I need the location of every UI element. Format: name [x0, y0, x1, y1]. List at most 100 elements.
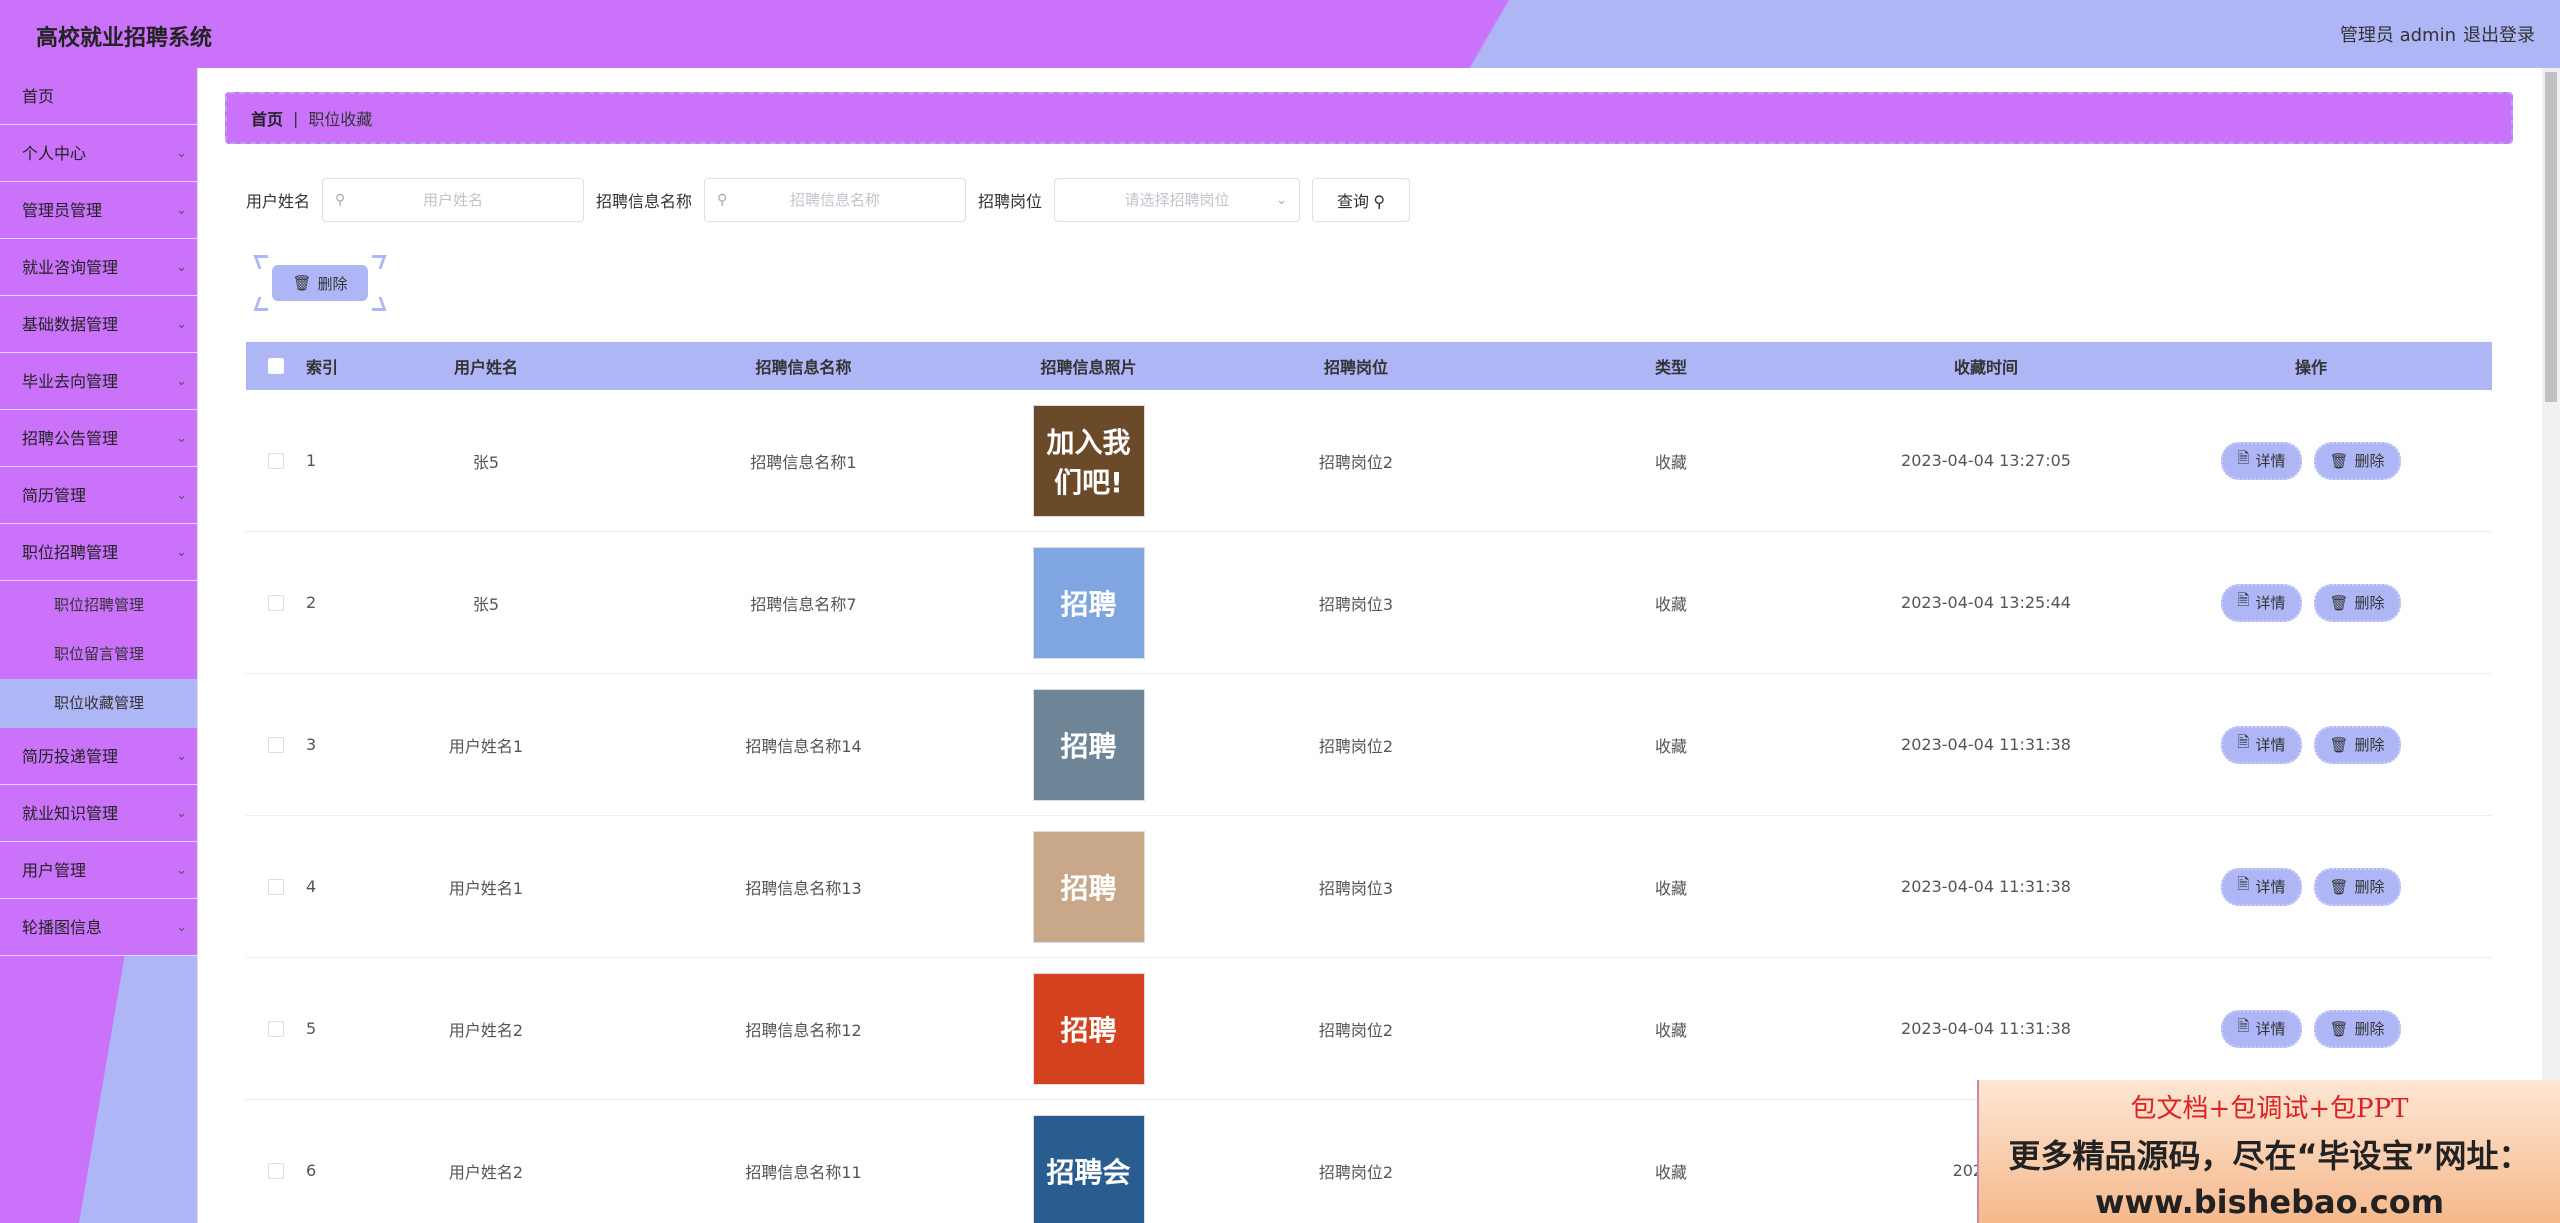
row-checkbox[interactable] — [268, 878, 284, 895]
sidebar-item[interactable]: 毕业去向管理 ⌄ — [0, 353, 197, 410]
sidebar-item-label: 轮播图信息 — [22, 918, 103, 937]
trash-icon: 🗑 — [2329, 735, 2349, 754]
user-name-input[interactable] — [323, 191, 584, 209]
chevron-down-icon: ⌄ — [176, 863, 187, 878]
delete-button[interactable]: 🗑 删除 — [2313, 725, 2401, 764]
sidebar-item[interactable]: 用户管理 ⌄ — [0, 842, 197, 899]
recruit-photo[interactable]: 招聘 — [1032, 546, 1145, 659]
row-checkbox[interactable] — [268, 736, 284, 753]
sidebar-item[interactable]: 轮播图信息 ⌄ — [0, 899, 197, 956]
cell-type: 收藏 — [1654, 452, 1687, 472]
sidebar-item[interactable]: 管理员管理 ⌄ — [0, 182, 197, 239]
row-checkbox[interactable] — [268, 452, 284, 469]
position-select-input[interactable] — [1055, 191, 1300, 209]
chevron-down-icon: ⌄ — [176, 749, 187, 764]
header-recruit-photo: 招聘信息照片 — [1040, 358, 1137, 377]
cell-recruit-photo: 招聘 — [981, 688, 1196, 801]
corner-decoration — [367, 297, 387, 311]
sidebar-subitem[interactable]: 职位收藏管理 — [0, 679, 197, 728]
recruit-photo[interactable]: 招聘 — [1032, 830, 1145, 943]
sidebar-item[interactable]: 首页 — [0, 68, 197, 125]
sidebar-subitem[interactable]: 职位留言管理 — [0, 630, 197, 679]
sidebar-item[interactable]: 就业咨询管理 ⌄ — [0, 239, 197, 296]
user-name-input-wrap: ⚲ — [322, 178, 585, 222]
table-row: 5 用户姓名2 招聘信息名称12 招聘 招聘岗位2 收藏 2023-04-04 11:31:… — [246, 958, 2492, 1100]
chevron-down-icon: ⌄ — [176, 260, 187, 275]
row-checkbox[interactable] — [268, 1020, 284, 1037]
cell-position: 招聘岗位3 — [1318, 878, 1394, 898]
detail-button[interactable]: 🗎 详情 — [2221, 725, 2302, 764]
recruit-photo[interactable]: 招聘会 — [1032, 1114, 1145, 1223]
detail-button-label: 详情 — [2255, 594, 2286, 612]
row-select-cell — [246, 594, 306, 611]
detail-button[interactable]: 🗎 详情 — [2221, 1009, 2302, 1048]
recruit-photo[interactable]: 加入我们吧! — [1032, 404, 1145, 517]
sidebar-subitem[interactable]: 职位招聘管理 — [0, 581, 197, 630]
delete-button[interactable]: 🗑 删除 — [2313, 1009, 2401, 1048]
delete-button[interactable]: 🗑 删除 — [2313, 583, 2401, 622]
detail-button-label: 详情 — [2255, 452, 2286, 470]
sidebar-item-label: 职位招聘管理 — [22, 543, 119, 562]
bulk-delete-button[interactable]: 🗑 删除 — [253, 255, 387, 311]
position-label: 招聘岗位 — [978, 192, 1043, 211]
document-icon: 🗎 — [2237, 449, 2250, 467]
sidebar-item-label: 招聘公告管理 — [22, 429, 119, 448]
row-select-cell — [246, 736, 306, 753]
chevron-down-icon: ⌄ — [176, 203, 187, 218]
scrollbar-thumb[interactable] — [2545, 72, 2557, 402]
corner-decoration — [253, 255, 273, 269]
cell-recruit-title: 招聘信息名称7 — [750, 594, 857, 614]
document-icon: 🗎 — [2237, 591, 2250, 609]
chevron-down-icon: ⌄ — [176, 545, 187, 560]
sidebar-item-label: 简历投递管理 — [22, 747, 119, 766]
chevron-down-icon: ⌄ — [176, 317, 187, 332]
cell-recruit-title: 招聘信息名称14 — [745, 736, 862, 756]
cell-actions: 🗎 详情 🗑 删除 — [2146, 867, 2476, 906]
search-icon: ⚲ — [1373, 194, 1386, 211]
detail-button[interactable]: 🗎 详情 — [2221, 583, 2302, 622]
table-row: 3 用户姓名1 招聘信息名称14 招聘 招聘岗位2 收藏 2023-04-04 11:31:… — [246, 674, 2492, 816]
cell-index: 4 — [306, 877, 317, 896]
detail-button[interactable]: 🗎 详情 — [2221, 867, 2302, 906]
document-icon: 🗎 — [2237, 875, 2250, 893]
chevron-down-icon: ⌄ — [176, 431, 187, 446]
header-favorite-time: 收藏时间 — [1953, 358, 2018, 377]
recruit-photo[interactable]: 招聘 — [1032, 688, 1145, 801]
logout-link[interactable]: 退出登录 — [2463, 21, 2535, 47]
delete-button-label: 删除 — [2354, 452, 2385, 470]
recruit-title-input[interactable] — [705, 191, 966, 209]
select-all-checkbox[interactable] — [268, 358, 284, 374]
delete-button[interactable]: 🗑 删除 — [2313, 441, 2401, 480]
delete-button[interactable]: 🗑 删除 — [2313, 867, 2401, 906]
sidebar-item[interactable]: 就业知识管理 ⌄ — [0, 785, 197, 842]
bulk-delete-label: 删除 — [317, 274, 348, 293]
detail-button[interactable]: 🗎 详情 — [2221, 441, 2302, 480]
sidebar-item[interactable]: 个人中心 ⌄ — [0, 125, 197, 182]
sidebar-item[interactable]: 简历管理 ⌄ — [0, 467, 197, 524]
cell-type: 收藏 — [1654, 594, 1687, 614]
sidebar-item-label: 管理员管理 — [22, 201, 103, 220]
page-scrollbar[interactable] — [2542, 68, 2560, 1223]
sidebar-item-label: 首页 — [22, 87, 55, 106]
query-button[interactable]: 查询 ⚲ — [1312, 178, 1411, 222]
detail-button-label: 详情 — [2255, 878, 2286, 896]
delete-button-label: 删除 — [2354, 736, 2385, 754]
sidebar-item[interactable]: 职位招聘管理 ⌄ — [0, 524, 197, 581]
position-select[interactable]: ⌄ — [1054, 178, 1301, 222]
row-checkbox[interactable] — [268, 594, 284, 611]
cell-index: 6 — [306, 1161, 317, 1180]
row-checkbox[interactable] — [268, 1162, 284, 1179]
select-all-cell — [246, 358, 306, 374]
sidebar-item[interactable]: 招聘公告管理 ⌄ — [0, 410, 197, 467]
breadcrumb-home[interactable]: 首页 — [251, 106, 283, 130]
sidebar-item-label: 毕业去向管理 — [22, 372, 119, 391]
recruit-photo[interactable]: 招聘 — [1032, 972, 1145, 1085]
cell-actions: 🗎 详情 🗑 删除 — [2146, 441, 2476, 480]
cell-user-name: 张5 — [472, 452, 500, 472]
cell-favorite-time: 2023-04-04 11:31:38 — [1901, 1019, 2071, 1038]
sidebar-item[interactable]: 基础数据管理 ⌄ — [0, 296, 197, 353]
sidebar-item[interactable]: 简历投递管理 ⌄ — [0, 728, 197, 785]
cell-type: 收藏 — [1654, 736, 1687, 756]
header-position: 招聘岗位 — [1323, 358, 1388, 377]
cell-recruit-photo: 加入我们吧! — [981, 404, 1196, 517]
